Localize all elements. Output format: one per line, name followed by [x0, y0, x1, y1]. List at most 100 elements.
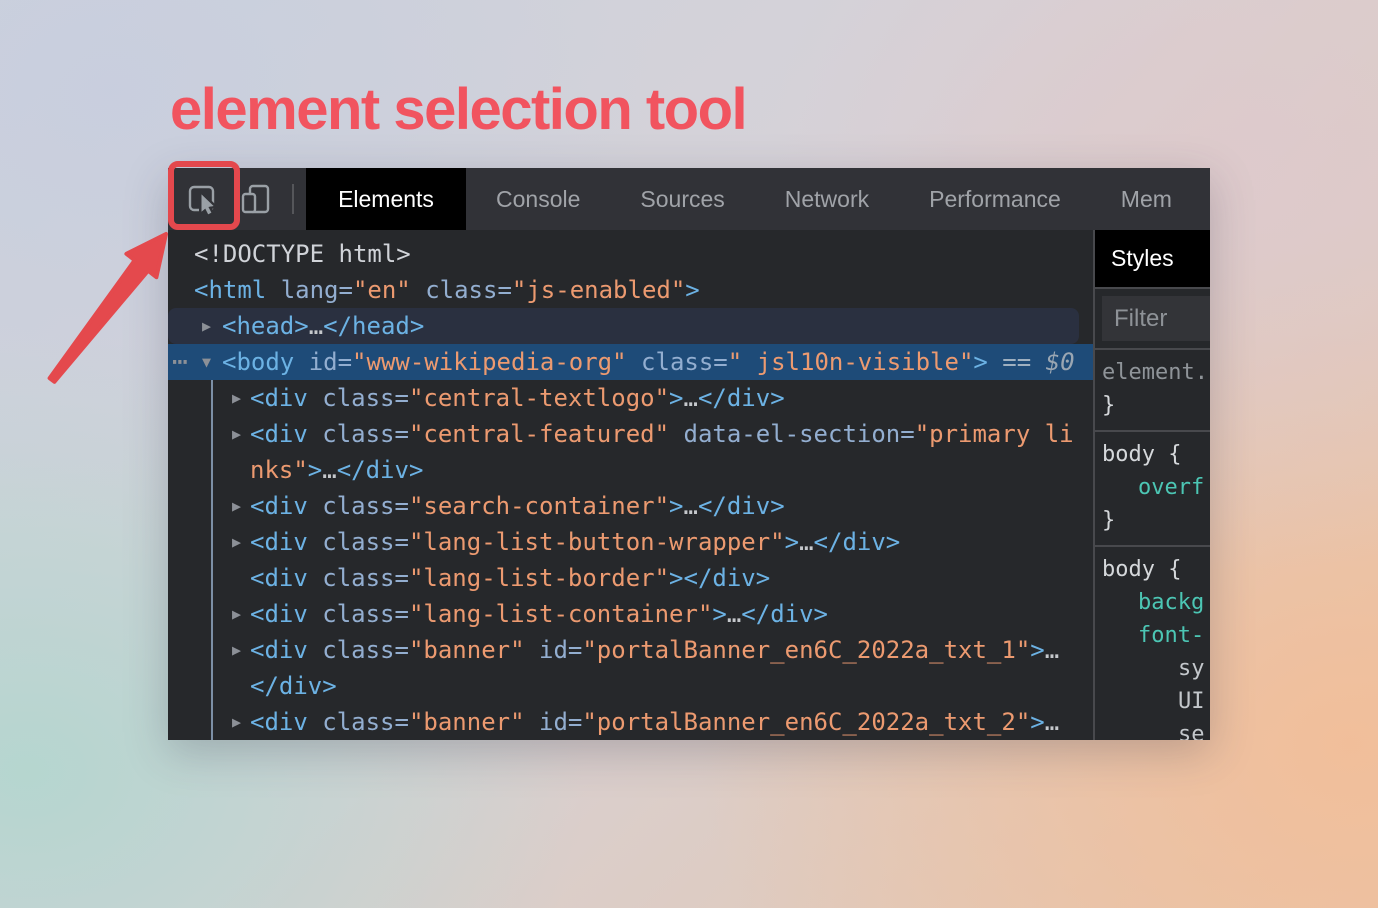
dom-row[interactable]: <!DOCTYPE html>	[168, 236, 1093, 272]
style-rule-section[interactable]: body {backgfont-syUIsefont-	[1095, 547, 1210, 740]
dom-row-code: </div>	[168, 668, 1093, 704]
code-token: <div	[250, 528, 308, 556]
code-token: >	[785, 528, 799, 556]
expand-arrow-icon[interactable]: ▶	[232, 524, 241, 560]
expand-arrow-icon[interactable]: ▶	[232, 416, 241, 452]
code-token: class=	[308, 384, 409, 412]
toggle-device-toolbar-button[interactable]	[234, 177, 278, 221]
node-menu-dots-icon[interactable]: ⋯	[172, 344, 186, 380]
expand-arrow-icon[interactable]: ▶	[232, 596, 241, 632]
style-rule-section[interactable]: element.}	[1095, 350, 1210, 430]
devtools-toolbar: ElementsConsoleSourcesNetworkPerformance…	[168, 168, 1210, 230]
style-rule-row[interactable]: UI	[1102, 685, 1210, 718]
style-rule-row[interactable]: }	[1102, 504, 1210, 537]
tab-mem[interactable]: Mem	[1091, 168, 1202, 230]
code-token: <div	[250, 600, 308, 628]
tab-styles[interactable]: Styles	[1095, 245, 1174, 272]
tab-elements[interactable]: Elements	[306, 168, 466, 230]
dom-row[interactable]: <html lang="en" class="js-enabled">	[168, 272, 1093, 308]
annotation-highlight-box	[168, 161, 240, 230]
tab-sources[interactable]: Sources	[610, 168, 754, 230]
expand-arrow-icon[interactable]: ▶	[232, 632, 241, 668]
dom-row-code: <head>…</head>	[168, 308, 1079, 344]
code-token: sy	[1178, 656, 1205, 681]
code-token: class=	[308, 492, 409, 520]
code-token: "primary li	[915, 420, 1074, 448]
code-token: class=	[308, 636, 409, 664]
code-token: >	[308, 456, 322, 484]
style-rule-row[interactable]: font-	[1102, 619, 1210, 652]
code-token: "banner"	[409, 708, 525, 736]
style-rule-section[interactable]: body {overf}	[1095, 432, 1210, 545]
styles-sidebar: Styles element.}body {overf}body {backgf…	[1095, 230, 1210, 740]
code-token: id=	[525, 708, 583, 736]
dom-row-code: nks">…</div>	[168, 452, 1093, 488]
code-token: ==	[988, 348, 1046, 376]
code-token: "js-enabled"	[512, 276, 685, 304]
dom-row-code: <div class="lang-list-container">…</div>	[168, 596, 1093, 632]
code-token: </div>	[698, 384, 785, 412]
code-token: <head>	[222, 312, 309, 340]
dom-row-code: <div class="lang-list-button-wrapper">…<…	[168, 524, 1093, 560]
dom-row[interactable]: ▶<div class="banner" id="portalBanner_en…	[168, 632, 1093, 668]
expand-arrow-icon[interactable]: ▶	[232, 380, 241, 416]
dom-row[interactable]: ▶<div class="lang-list-container">…</div…	[168, 596, 1093, 632]
styles-filter-row	[1095, 289, 1210, 348]
dom-row[interactable]: </div>	[168, 668, 1093, 704]
style-rule-row[interactable]: sy	[1102, 652, 1210, 685]
page: { "page": { "title_label": "element sele…	[0, 0, 1378, 908]
style-rule-row[interactable]: }	[1102, 389, 1210, 422]
code-token: <div	[250, 564, 308, 592]
device-toolbar-icon	[236, 179, 276, 219]
collapse-arrow-icon[interactable]: ▼	[202, 344, 211, 380]
code-token: }	[1102, 393, 1115, 418]
expand-arrow-icon[interactable]: ▶	[232, 488, 241, 524]
style-rule-row[interactable]: se	[1102, 718, 1210, 740]
style-rule-row[interactable]: body {	[1102, 553, 1210, 586]
dom-row[interactable]: ⋯▼<body id="www-wikipedia-org" class=" j…	[168, 344, 1093, 380]
code-token: backg	[1138, 590, 1204, 615]
expand-arrow-icon[interactable]: ▶	[232, 704, 241, 740]
style-rule-row[interactable]: element.	[1102, 356, 1210, 389]
code-token: </div>	[337, 456, 424, 484]
style-rule-row[interactable]: backg	[1102, 586, 1210, 619]
code-token: ></div>	[669, 564, 770, 592]
code-token: <div	[250, 384, 308, 412]
dom-row[interactable]: nks">…</div>	[168, 452, 1093, 488]
code-token: …	[1045, 636, 1059, 664]
dom-row[interactable]: ▶<div class="search-container">…</div>	[168, 488, 1093, 524]
tab-console[interactable]: Console	[466, 168, 610, 230]
dom-row[interactable]: ▶<div class="central-textlogo">…</div>	[168, 380, 1093, 416]
code-token: <body	[222, 348, 294, 376]
annotation-title: element selection tool	[170, 76, 746, 143]
dom-row[interactable]: <div class="lang-list-border"></div>	[168, 560, 1093, 596]
code-token: class=	[627, 348, 728, 376]
tab-network[interactable]: Network	[755, 168, 899, 230]
code-token: class=	[308, 528, 409, 556]
code-token: "central-textlogo"	[409, 384, 669, 412]
styles-filter-input[interactable]	[1102, 296, 1210, 341]
style-rule-row[interactable]: overf	[1102, 471, 1210, 504]
code-token: <div	[250, 492, 308, 520]
code-token: >	[669, 492, 683, 520]
dom-row-code: <!DOCTYPE html>	[168, 236, 1093, 272]
dom-row[interactable]: ▶<head>…</head>	[168, 308, 1079, 344]
code-token: }	[1102, 508, 1115, 533]
tab-performance[interactable]: Performance	[899, 168, 1091, 230]
devtools-window: ElementsConsoleSourcesNetworkPerformance…	[168, 168, 1210, 740]
dom-row[interactable]: ▶<div class="banner" id="portalBanner_en…	[168, 704, 1093, 740]
code-token: se	[1178, 722, 1205, 740]
style-rule-row[interactable]: body {	[1102, 438, 1210, 471]
expand-arrow-icon[interactable]: ▶	[202, 308, 211, 344]
code-token: "search-container"	[409, 492, 669, 520]
dom-row[interactable]: ▶<div class="lang-list-button-wrapper">……	[168, 524, 1093, 560]
code-token: class=	[308, 564, 409, 592]
code-token: "banner"	[409, 636, 525, 664]
code-token: </head>	[323, 312, 424, 340]
dom-row-code: <html lang="en" class="js-enabled">	[168, 272, 1093, 308]
code-token: body {	[1102, 557, 1181, 582]
dom-row[interactable]: ▶<div class="central-featured" data-el-s…	[168, 416, 1093, 452]
code-token: >	[1030, 636, 1044, 664]
code-token: <div	[250, 636, 308, 664]
styles-sections: element.}body {overf}body {backgfont-syU…	[1095, 350, 1210, 740]
